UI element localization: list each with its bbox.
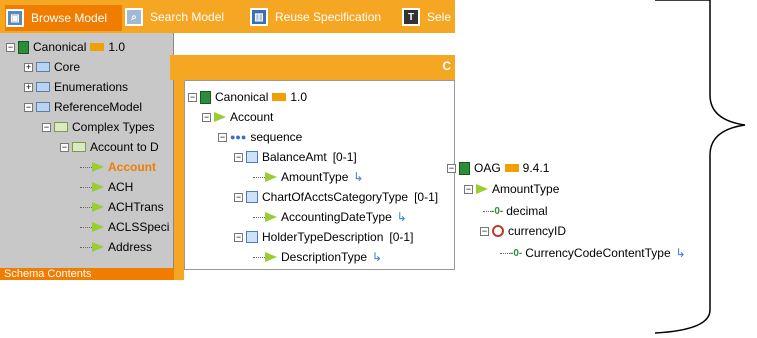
curly-brace: [654, 0, 746, 334]
